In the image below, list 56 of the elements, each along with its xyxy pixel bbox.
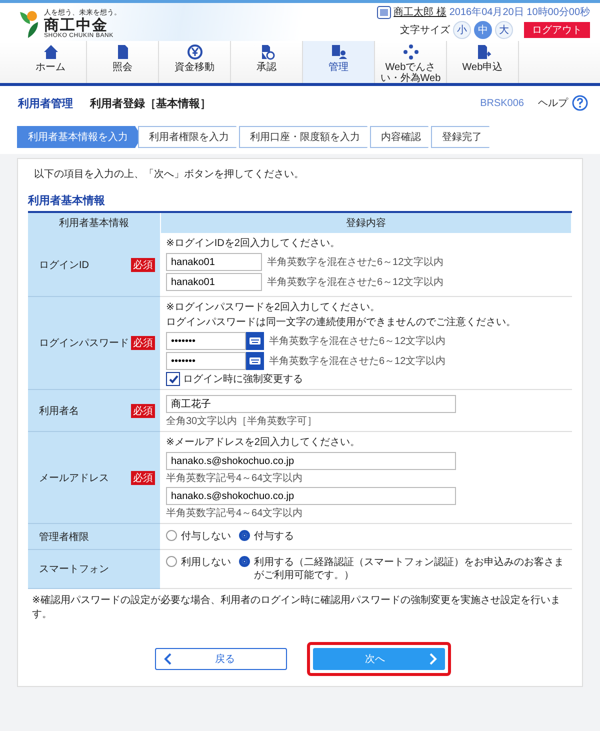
required-tag: 必須 — [131, 258, 155, 272]
input-field[interactable]: hanako01 — [166, 253, 262, 271]
field-label: 管理者権限 — [39, 530, 89, 544]
font-size-label: 文字サイズ — [400, 24, 450, 37]
input-field[interactable]: 商工花子 — [166, 395, 456, 413]
password-field[interactable]: ••••••• — [166, 332, 246, 350]
back-button[interactable]: 戻る — [155, 648, 287, 670]
field-hint: 半角英数字を混在させた6～12文字以内 — [267, 276, 444, 288]
form-section-title: 利用者基本情報 — [28, 194, 106, 208]
font-size-button[interactable]: 小 — [453, 21, 471, 39]
field-note: ※ログインパスワードを2回入力してください。 — [166, 300, 381, 315]
radio-label: 付与しない — [181, 530, 231, 543]
page-title: 利用者登録［基本情報］ — [90, 96, 211, 110]
logout-button[interactable]: ログアウト — [524, 22, 590, 38]
field-label: ログインパスワード — [39, 337, 129, 350]
radio-label: 付与する — [254, 530, 294, 543]
required-tag: 必須 — [131, 470, 155, 484]
nav-tab[interactable]: 照会 — [87, 41, 159, 83]
nav-tab[interactable]: 管理 — [303, 41, 375, 83]
bank-name: 商工中金 — [44, 18, 108, 32]
nav-tab[interactable]: 資金移動 — [159, 41, 231, 83]
column-header: 利用者基本情報 — [28, 212, 160, 233]
field-hint: 半角英数字記号4～64文字以内 — [166, 507, 304, 520]
section-title: 利用者管理 — [18, 96, 74, 110]
footnote: ※確認用パスワードの設定が必要な場合、利用者のログイン時に確認用パスワードの強制変更を実施させ設定を行います。 — [32, 594, 562, 622]
nav-tab[interactable]: Web申込 — [447, 41, 519, 83]
field-note: ※ログインIDを2回入力してください。 — [166, 236, 341, 251]
field-label: スマートフォン — [39, 563, 109, 576]
field-note: ※メールアドレスを2回入力してください。 — [166, 436, 361, 450]
help-link[interactable]: ヘルプ — [538, 96, 568, 110]
user-name-link[interactable]: 商工太郎 様 — [394, 5, 446, 19]
required-tag: 必須 — [131, 336, 155, 350]
input-field[interactable]: hanako.s@shokochuo.co.jp — [166, 452, 456, 470]
password-field[interactable]: ••••••• — [166, 352, 246, 370]
field-hint: 全角30文字以内［半角英数字可］ — [166, 415, 318, 428]
font-size-button[interactable]: 大 — [495, 21, 513, 39]
field-hint: 半角英数字記号4～64文字以内 — [166, 472, 304, 485]
field-label: メールアドレス — [39, 472, 109, 484]
required-tag: 必須 — [131, 404, 155, 418]
field-label: ログインID — [39, 258, 89, 272]
checkbox-label: ログイン時に強制変更する — [183, 372, 303, 386]
column-header: 登録内容 — [160, 212, 572, 233]
instruction-text: 以下の項目を入力の上、「次へ」ボタンを押してください。 — [34, 168, 305, 181]
nav-tab[interactable]: Webでんさい・外為Web — [375, 41, 447, 83]
field-label: 利用者名 — [39, 404, 79, 418]
input-field[interactable]: hanako01 — [166, 273, 262, 291]
screen-code: BRSK006 — [480, 98, 524, 108]
login-datetime: 2016年04月20日 10時00分00秒 — [449, 6, 590, 19]
field-hint: 半角英数字を混在させた6～12文字以内 — [269, 354, 446, 368]
input-field[interactable]: hanako.s@shokochuo.co.jp — [166, 487, 456, 505]
field-hint: 半角英数字を混在させた6～12文字以内 — [269, 334, 446, 348]
radio-label: 利用しない — [181, 556, 231, 569]
field-note: ログインパスワードは同一文字の連続使用ができませんのでご注意ください。 — [166, 316, 517, 330]
nav-tab[interactable]: ホーム — [15, 41, 87, 83]
radio-label: 利用する（二経路認証（スマートフォン認証）をお申込みのお客さまがご利用可能です。） — [254, 556, 565, 582]
field-hint: 半角英数字を混在させた6～12文字以内 — [267, 256, 444, 268]
